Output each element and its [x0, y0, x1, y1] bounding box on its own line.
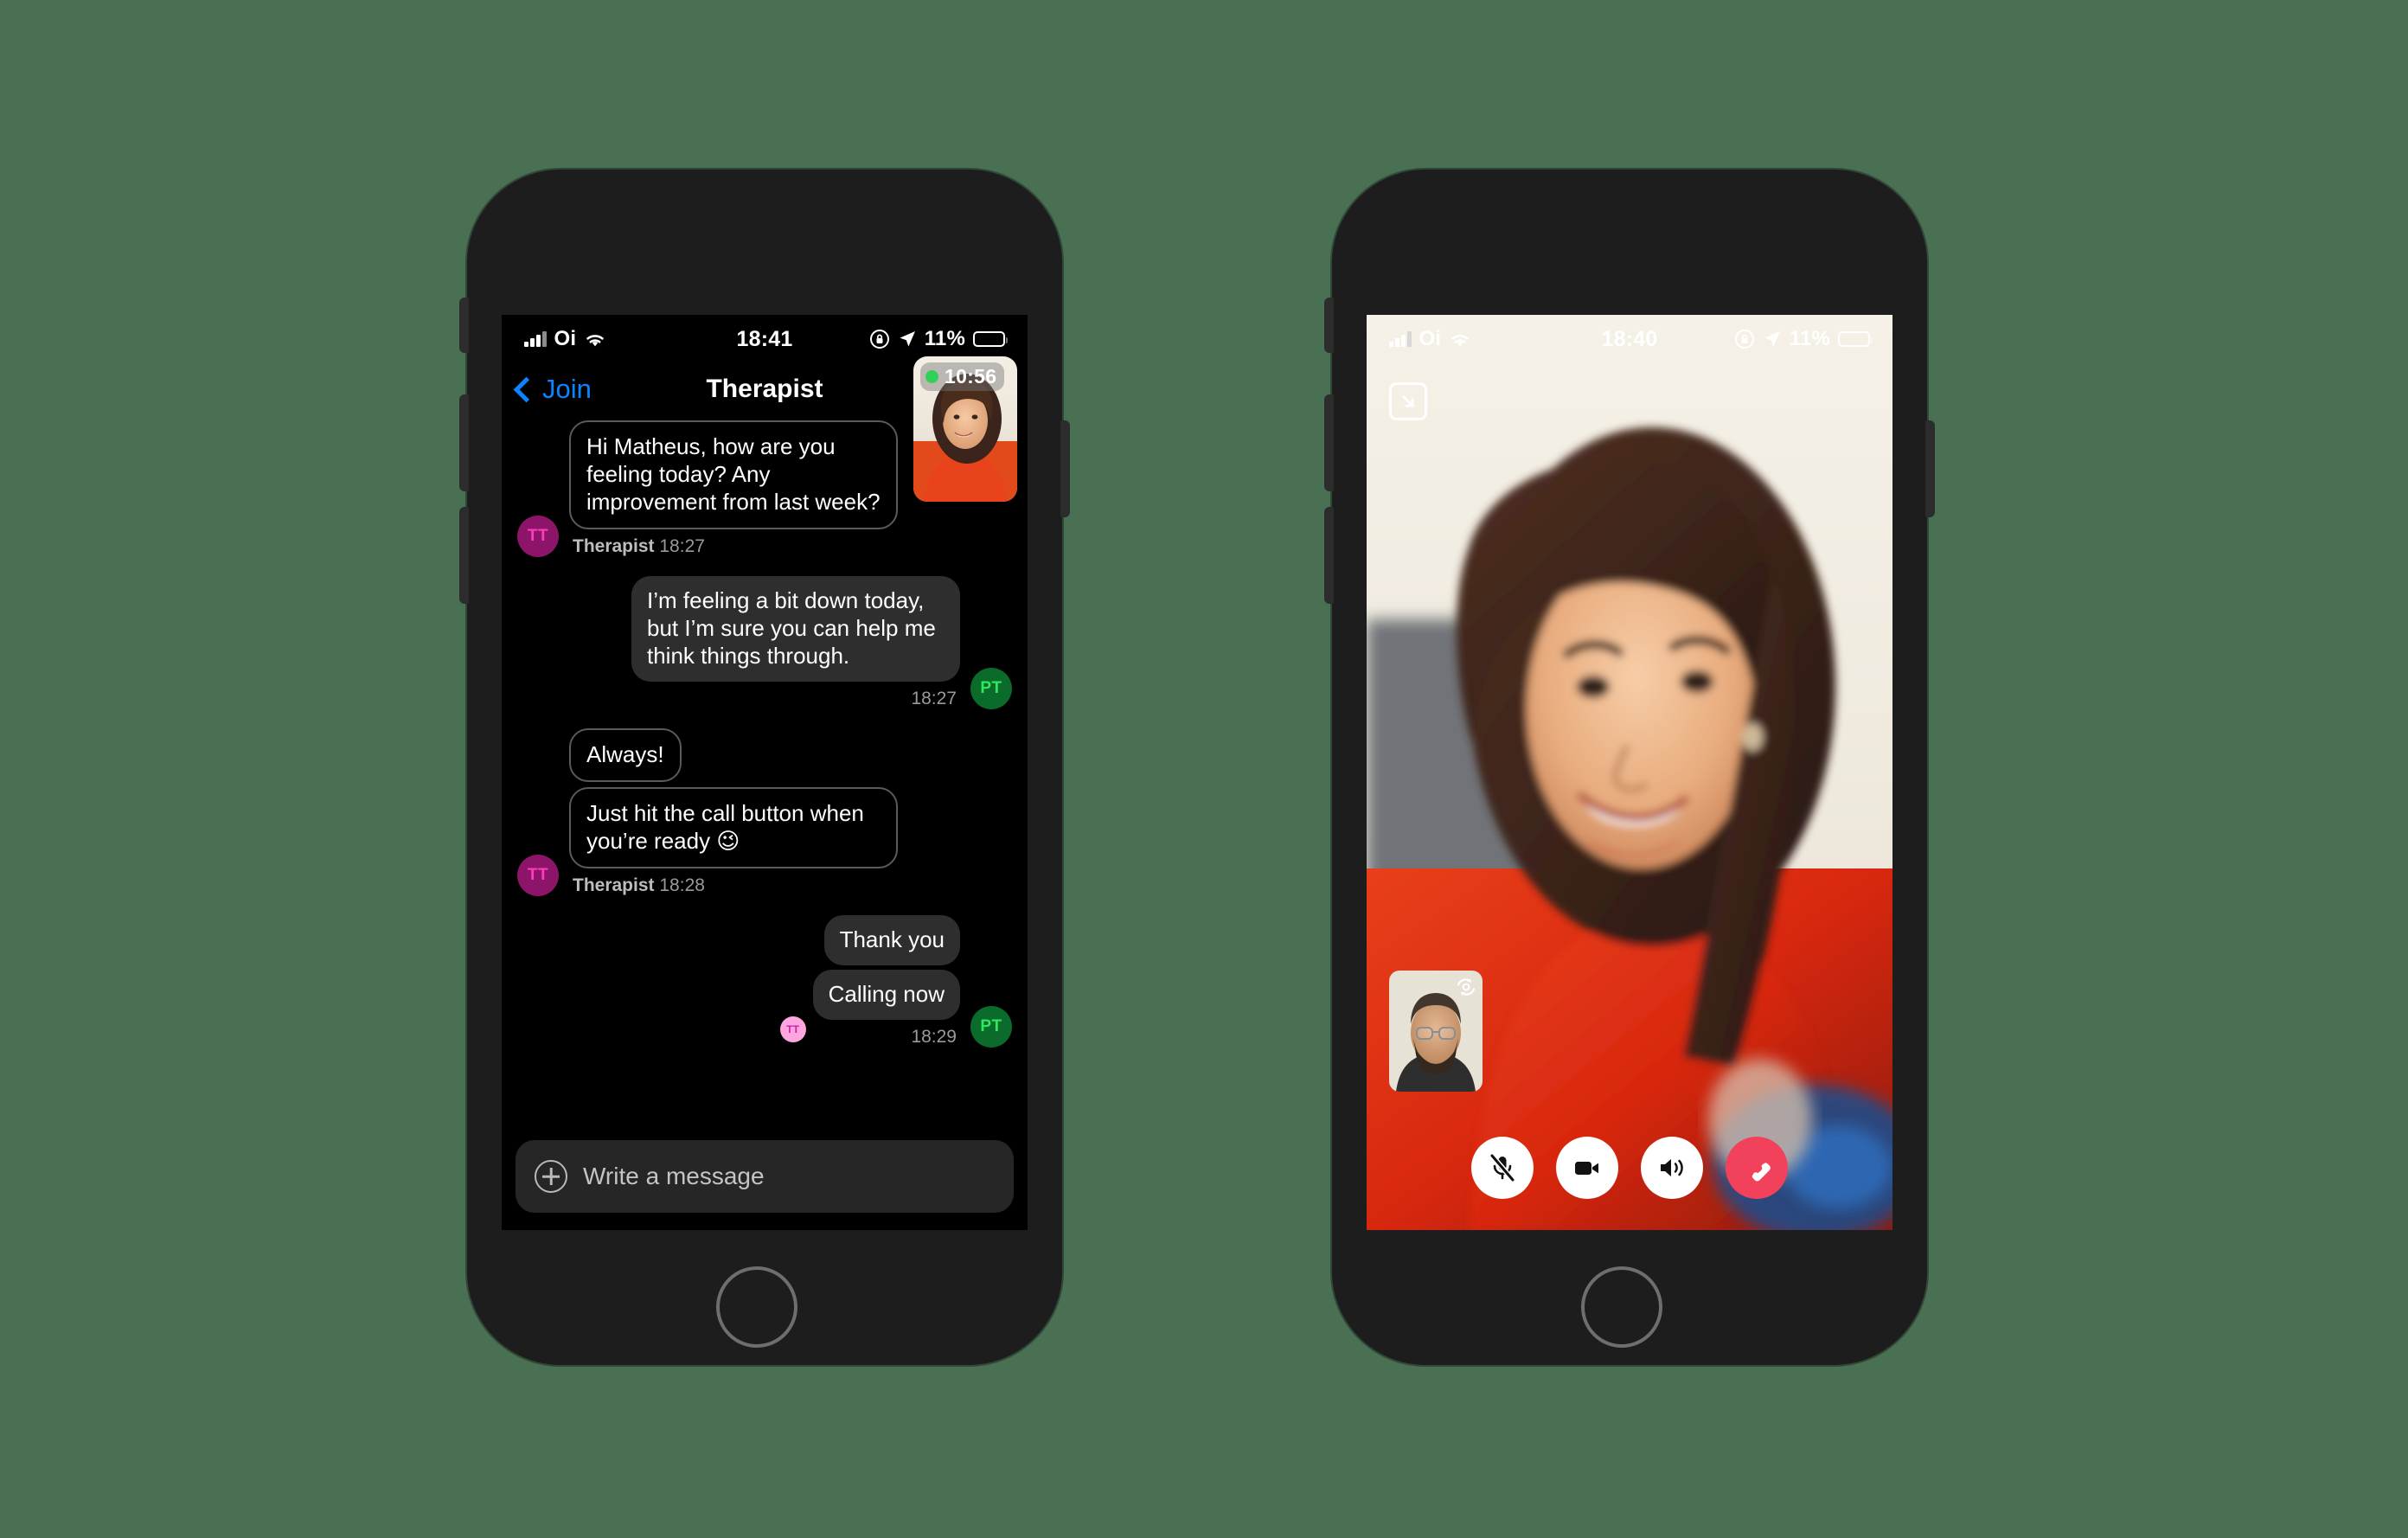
avatar[interactable]: PT: [970, 1005, 1012, 1048]
battery-icon: [1838, 331, 1873, 347]
message-row: TT Always! Just hit the call button when…: [502, 727, 1028, 896]
volume-up-button[interactable]: [459, 394, 469, 491]
message-bubble[interactable]: Hi Matheus, how are you feeling today? A…: [569, 420, 898, 529]
message-time: 18:29: [911, 1026, 957, 1047]
signal-bars-icon: [1389, 331, 1412, 347]
avatar[interactable]: PT: [970, 667, 1012, 709]
message-bubble[interactable]: Thank you: [823, 914, 960, 965]
home-button[interactable]: [716, 1266, 797, 1348]
remote-video-stage[interactable]: Oi 18:40 11%: [1367, 315, 1892, 1230]
active-call-thumbnail[interactable]: 10:56: [913, 356, 1017, 502]
volume-down-button[interactable]: [1324, 507, 1334, 604]
power-button[interactable]: [1060, 420, 1070, 517]
back-button-label: Join: [542, 374, 592, 404]
battery-percent-label: 11%: [1789, 327, 1830, 350]
message-group: Thank you Calling now 18:29: [812, 914, 960, 1048]
microphone-muted-icon: [1489, 1153, 1515, 1182]
location-arrow-icon: [1764, 331, 1780, 347]
message-meta: Therapist 18:28: [573, 875, 898, 896]
silent-switch[interactable]: [1324, 298, 1334, 353]
speaker-icon: [1661, 1159, 1683, 1176]
video-call-screen: Oi 18:40 11%: [1367, 315, 1892, 1230]
silent-switch[interactable]: [459, 298, 469, 353]
orientation-lock-icon: [869, 330, 889, 349]
carrier-label: Oi: [554, 327, 577, 350]
battery-percent-label: 11%: [924, 327, 965, 350]
message-group: Hi Matheus, how are you feeling today? A…: [569, 420, 898, 557]
avatar[interactable]: TT: [517, 854, 559, 896]
back-button[interactable]: Join: [513, 374, 592, 405]
message-input-placeholder[interactable]: Write a message: [583, 1163, 765, 1190]
status-bar-left: Oi: [1389, 327, 1471, 351]
message-sender: Therapist: [573, 875, 655, 895]
message-bubble[interactable]: Just hit the call button when you’re rea…: [569, 786, 898, 868]
chevron-left-icon: [513, 376, 540, 402]
video-toggle-button[interactable]: [1556, 1137, 1618, 1199]
message-list[interactable]: TT Hi Matheus, how are you feeling today…: [502, 415, 1028, 1230]
call-timer: 10:56: [945, 365, 997, 388]
wifi-icon: [586, 334, 604, 346]
status-bar-right: 11%: [1734, 327, 1873, 351]
speaker-button[interactable]: [1641, 1137, 1703, 1199]
nav-bar: Join Therapist 10:56: [502, 356, 1028, 502]
message-meta: Therapist 18:27: [573, 536, 898, 557]
scene: Oi 18:41 11% Join Therapist 10:56 TT Hi …: [0, 0, 2408, 1538]
message-sender: Therapist: [573, 535, 655, 556]
message-composer[interactable]: Write a message: [516, 1140, 1014, 1213]
camera-flip-icon[interactable]: [1455, 976, 1477, 998]
avatar[interactable]: TT: [517, 515, 559, 557]
status-bar-right: 11%: [869, 327, 1008, 351]
signal-bars-icon: [524, 331, 547, 347]
read-receipt-avatar: TT: [779, 1016, 806, 1042]
volume-down-button[interactable]: [459, 507, 469, 604]
end-call-button[interactable]: [1726, 1137, 1788, 1199]
minimize-arrow-icon[interactable]: [1389, 382, 1427, 420]
home-button[interactable]: [1581, 1266, 1662, 1348]
video-call-phone: Oi 18:40 11%: [1324, 170, 1935, 1365]
video-camera-icon: [1575, 1162, 1598, 1175]
chat-phone: Oi 18:41 11% Join Therapist 10:56 TT Hi …: [459, 170, 1070, 1365]
carrier-label: Oi: [1419, 327, 1442, 350]
power-button[interactable]: [1925, 420, 1935, 517]
message-group: Always! Just hit the call button when yo…: [569, 727, 898, 896]
self-view-thumbnail[interactable]: [1389, 971, 1483, 1092]
active-call-dot-icon: [925, 370, 938, 383]
hang-up-icon: [1752, 1163, 1771, 1182]
plus-circle-icon[interactable]: [535, 1160, 567, 1193]
message-row: TT Thank you Calling now 18:29 PT: [502, 914, 1028, 1048]
status-bar-left: Oi: [524, 327, 606, 351]
orientation-lock-icon: [1734, 330, 1754, 349]
message-group: I’m feeling a bit down today, but I’m su…: [631, 575, 960, 709]
message-row: I’m feeling a bit down today, but I’m su…: [502, 575, 1028, 709]
status-bar: Oi 18:40 11%: [1367, 315, 1892, 363]
mute-mic-button[interactable]: [1471, 1137, 1534, 1199]
call-status-badge: 10:56: [920, 362, 1005, 391]
message-bubble[interactable]: I’m feeling a bit down today, but I’m su…: [631, 575, 960, 682]
wifi-icon: [1451, 334, 1469, 346]
chat-screen: Oi 18:41 11% Join Therapist 10:56 TT Hi …: [502, 315, 1028, 1230]
message-bubble[interactable]: Always!: [569, 727, 682, 782]
message-time: 18:28: [659, 875, 705, 895]
volume-up-button[interactable]: [1324, 394, 1334, 491]
battery-icon: [973, 331, 1008, 347]
message-time: 18:27: [911, 688, 957, 708]
location-arrow-icon: [900, 331, 915, 347]
call-controls: [1367, 1137, 1892, 1199]
remote-video-feed: [1367, 315, 1892, 1230]
message-time: 18:27: [659, 535, 705, 556]
message-bubble[interactable]: Calling now: [812, 969, 960, 1020]
